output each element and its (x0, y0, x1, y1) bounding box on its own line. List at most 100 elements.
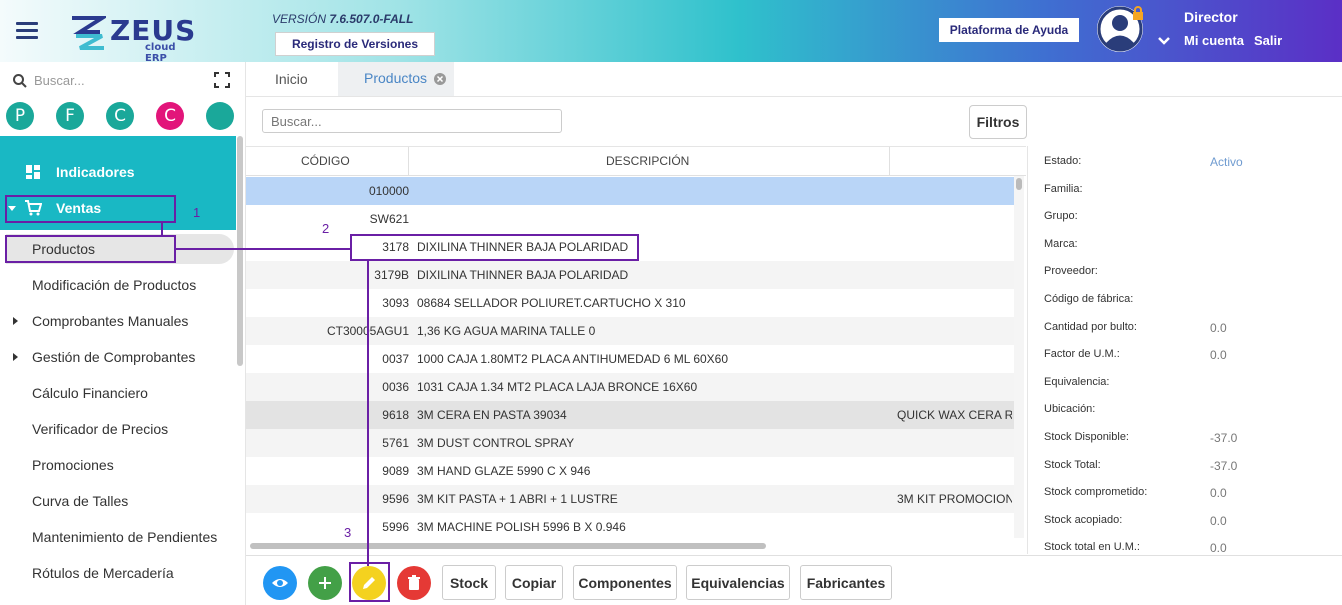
product-search-input[interactable]: Buscar... (262, 109, 562, 133)
detail-label: Proveedor: (1044, 265, 1098, 278)
detail-label: Stock acopiado: (1044, 513, 1123, 526)
sidebar-item-curva-talles[interactable]: Curva de Talles (32, 493, 128, 509)
cell-description: DIXILINA THINNER BAJA POLARIDAD (417, 268, 629, 282)
quick-access-c[interactable]: C (106, 102, 134, 130)
chevron-down-icon[interactable] (1157, 34, 1171, 48)
table-row[interactable]: SW621 (246, 205, 1014, 233)
sidebar-item-mantenimiento-pendientes[interactable]: Mantenimiento de Pendientes (32, 529, 217, 545)
table-row[interactable]: 5996 3M MACHINE POLISH 5996 B X 0.946 (246, 513, 1014, 541)
version-info: VERSIÓN 7.6.507.0-FALL (272, 12, 413, 26)
detail-value: 0.0 (1210, 541, 1227, 556)
trash-icon (408, 575, 420, 590)
logout-link[interactable]: Salir (1254, 33, 1282, 48)
cell-extra: QUICK WAX CERA RA (897, 408, 1012, 422)
quick-access-f[interactable]: F (56, 102, 84, 130)
eye-icon (272, 579, 288, 587)
cell-code: 5761 (382, 436, 409, 450)
detail-label: Stock Disponible: (1044, 431, 1129, 443)
components-button[interactable]: Componentes (573, 565, 677, 600)
tab-inicio[interactable]: Inicio (275, 71, 308, 87)
zeus-logo: ZEUS cloud ERP (70, 14, 195, 64)
table-row[interactable]: 3179B DIXILINA THINNER BAJA POLARIDAD (246, 261, 1014, 289)
quick-access-p[interactable]: P (6, 102, 34, 130)
detail-label: Stock total en U.M.: (1044, 541, 1140, 554)
scrollbar-thumb[interactable] (1016, 178, 1022, 190)
copy-button[interactable]: Copiar (505, 565, 563, 600)
table-vertical-scrollbar[interactable] (1014, 176, 1024, 538)
versions-log-button[interactable]: Registro de Versiones (275, 32, 435, 56)
my-account-link[interactable]: Mi cuenta (1184, 33, 1244, 48)
cell-description: 3M HAND GLAZE 5990 C X 946 (417, 464, 591, 478)
tab-productos[interactable]: Productos (338, 62, 454, 96)
delete-button[interactable] (397, 566, 431, 600)
column-divider (408, 147, 409, 176)
add-button[interactable] (308, 566, 342, 600)
sidebar-item-rotulos-mercaderia[interactable]: Rótulos de Mercadería (32, 565, 174, 581)
detail-value: Activo (1210, 155, 1243, 169)
search-placeholder: Buscar... (271, 114, 322, 129)
quick-access-c-pink[interactable]: C (156, 102, 184, 130)
sidebar-scrollbar[interactable] (237, 136, 243, 366)
sidebar-item-comprobantes-manuales[interactable]: Comprobantes Manuales (32, 313, 188, 329)
scrollbar-thumb[interactable] (250, 543, 766, 549)
table-row[interactable]: 0037 1000 CAJA 1.80MT2 PLACA ANTIHUMEDAD … (246, 345, 1014, 373)
cell-description: 08684 SELLADOR POLIURET.CARTUCHO X 310 (417, 296, 686, 310)
table-row[interactable]: CT30005AGU11,36 KG AGUA MARINA TALLE 0 (246, 317, 1014, 345)
plus-icon (319, 577, 331, 589)
cell-code: 0037 (382, 352, 409, 366)
detail-value: 0.0 (1210, 348, 1227, 363)
hamburger-menu-icon[interactable] (16, 22, 38, 40)
table-row[interactable]: 3093 08684 SELLADOR POLIURET.CARTUCHO X 3… (246, 289, 1014, 317)
column-header-codigo[interactable]: CÓDIGO (301, 154, 350, 168)
table-row[interactable]: 0036 1031 CAJA 1.34 MT2 PLACA LAJA BRONCE… (246, 373, 1014, 401)
sidebar-search[interactable]: Buscar... (12, 70, 232, 92)
sidebar-item-indicadores[interactable]: Indicadores (24, 162, 135, 182)
sidebar: Buscar... P F C C Indicadores Ventas Pro… (0, 62, 246, 605)
table-row[interactable]: 010000 (246, 177, 1014, 205)
cell-code: 0036 (382, 380, 409, 394)
detail-label: Stock comprometido: (1044, 486, 1148, 499)
product-detail-panel: Estado: Activo Familia: Grupo: Marca: Proveed… (1027, 146, 1342, 556)
cell-code: 010000 (368, 184, 409, 198)
close-tab-icon[interactable] (433, 72, 447, 86)
view-button[interactable] (263, 566, 297, 600)
help-platform-button[interactable]: Plataforma de Ayuda (939, 18, 1079, 42)
fullscreen-icon[interactable] (214, 72, 230, 88)
detail-value: -37.0 (1210, 431, 1238, 445)
table-row[interactable]: 9618 3M CERA EN PASTA 39034 QUICK WAX CERA… (246, 401, 1014, 429)
table-row[interactable]: 5761 3M DUST CONTROL SPRAY (246, 429, 1014, 457)
cell-description: 3M CERA EN PASTA 39034 (417, 408, 567, 422)
sidebar-item-verificador-precios[interactable]: Verificador de Precios (32, 421, 168, 437)
detail-label: Estado: (1044, 155, 1082, 167)
equivalences-button[interactable]: Equivalencias (686, 565, 790, 600)
cell-extra: 3M KIT PROMOCION (897, 492, 1012, 506)
manufacturers-button[interactable]: Fabricantes (800, 565, 892, 600)
search-icon (13, 74, 27, 88)
version-label: VERSIÓN (272, 12, 327, 26)
column-header-descripcion[interactable]: DESCRIPCIÓN (606, 154, 689, 168)
sidebar-item-calculo-financiero[interactable]: Cálculo Financiero (32, 385, 148, 401)
table-header: CÓDIGO DESCRIPCIÓN (246, 147, 1026, 176)
filters-button[interactable]: Filtros (969, 105, 1027, 139)
sidebar-item-gestion-comprobantes[interactable]: Gestión de Comprobantes (32, 349, 195, 365)
dashboard-icon (26, 165, 40, 179)
detail-label: Factor de U.M.: (1044, 348, 1120, 361)
cell-description: 3M MACHINE POLISH 5996 B X 0.946 (417, 520, 626, 534)
annotation-arrow-1 (161, 223, 163, 235)
detail-label: Equivalencia: (1044, 375, 1110, 388)
version-value: 7.6.507.0-FALL (329, 12, 414, 26)
table-row[interactable]: 9089 3M HAND GLAZE 5990 C X 946 (246, 457, 1014, 485)
annotation-box-ventas (5, 195, 176, 223)
sidebar-item-modificacion-productos[interactable]: Modificación de Productos (32, 277, 196, 293)
annotation-box-row-3178 (350, 234, 639, 261)
stock-button[interactable]: Stock (442, 565, 496, 600)
detail-label: Familia: (1044, 182, 1083, 195)
sidebar-item-promociones[interactable]: Promociones (32, 457, 114, 473)
quick-access-blank[interactable] (206, 102, 234, 130)
table-horizontal-scrollbar[interactable] (246, 541, 1014, 551)
detail-value: 0.0 (1210, 320, 1227, 335)
expand-caret-icon (13, 317, 18, 325)
table-row[interactable]: 9596 3M KIT PASTA + 1 ABRI + 1 LUSTRE 3M K… (246, 485, 1014, 513)
detail-label: Marca: (1044, 237, 1078, 250)
logo-subtitle: cloud ERP (145, 42, 176, 64)
